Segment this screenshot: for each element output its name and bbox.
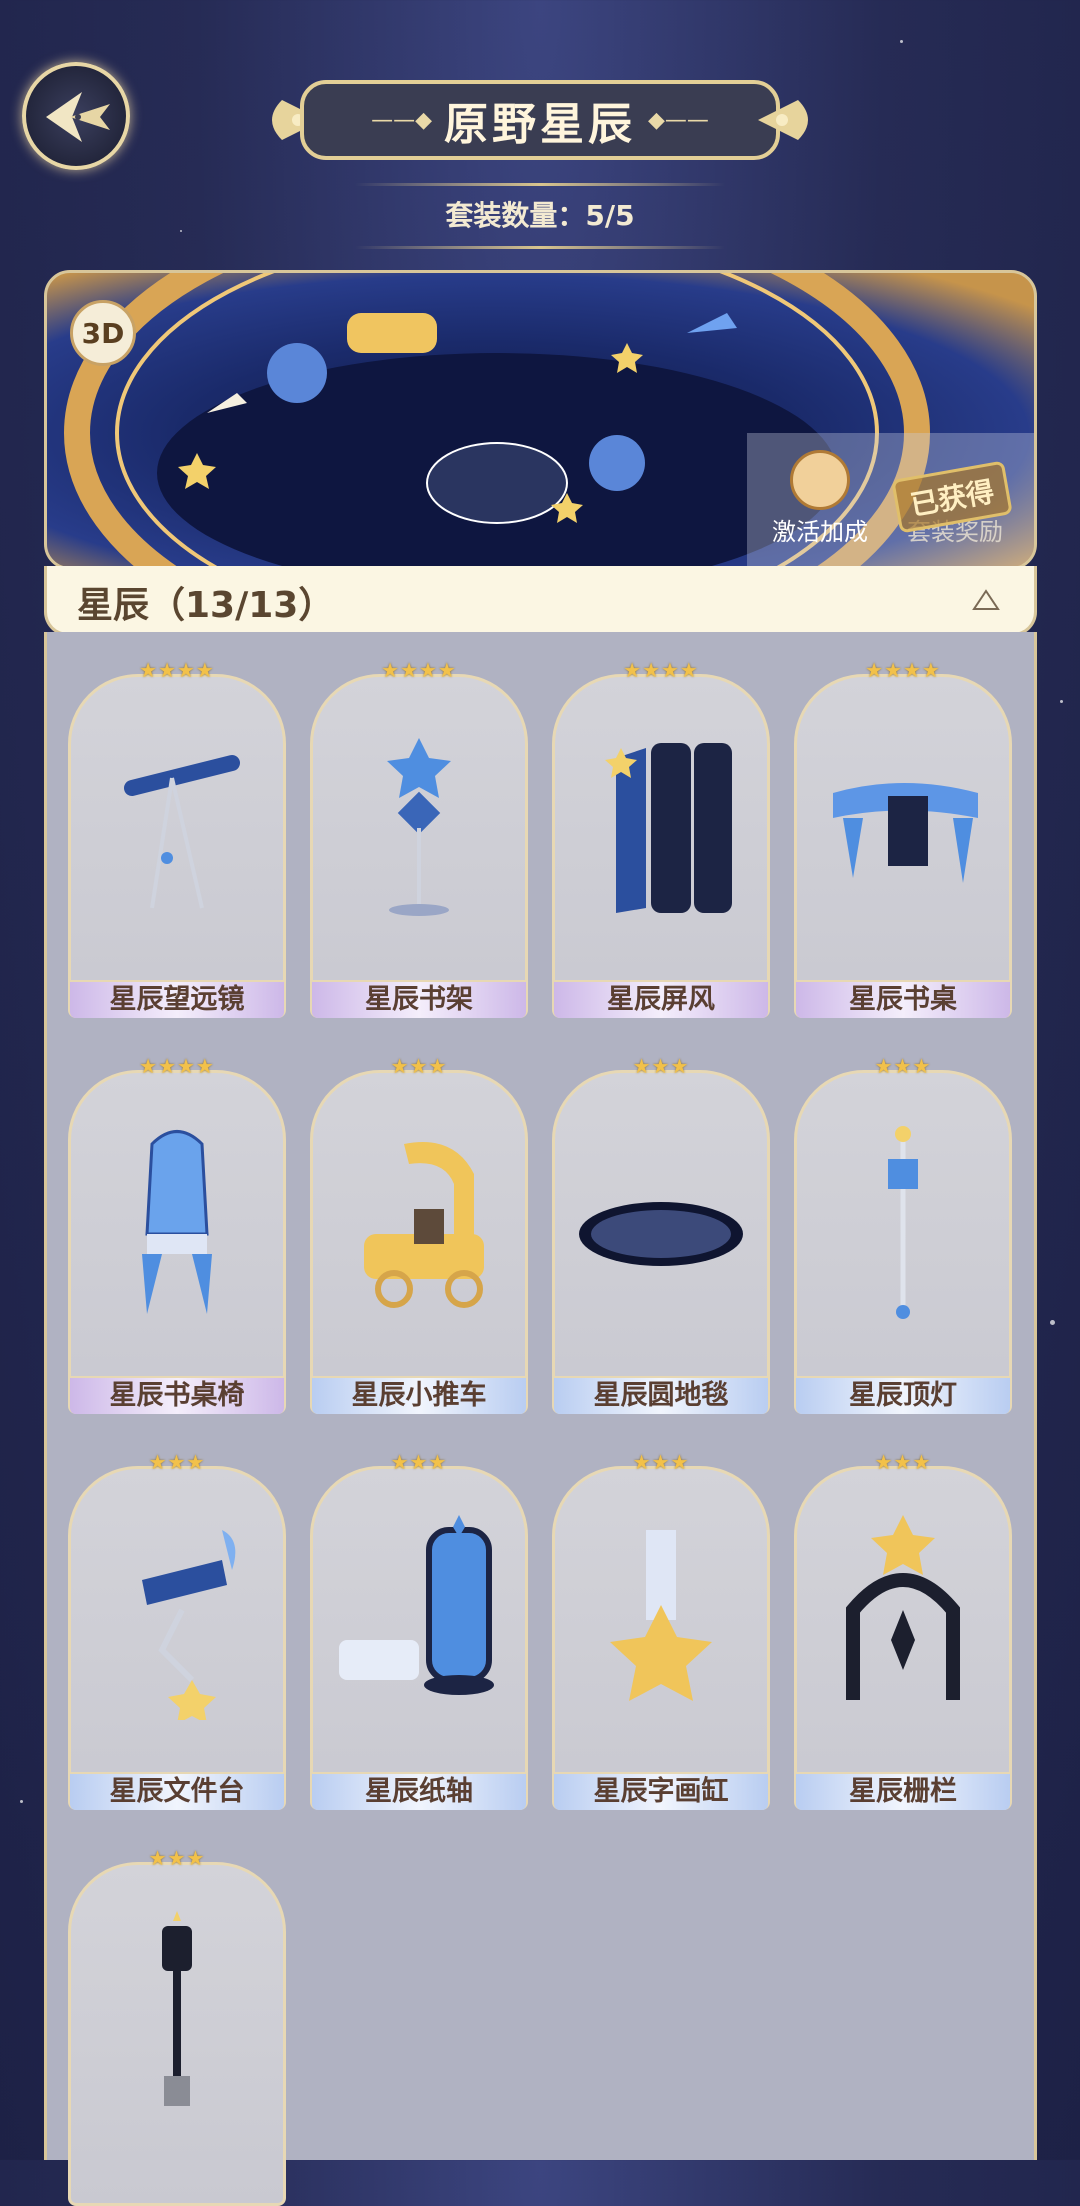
rarity-stars: ★★★: [148, 1450, 206, 1474]
collapse-triangle-icon[interactable]: [972, 588, 1000, 612]
activate-bonus-button[interactable]: 激活加成: [770, 450, 870, 547]
item-name: 星辰屏风: [554, 980, 768, 1018]
bookshelf-icon: [387, 738, 451, 916]
item-name: 星辰文件台: [70, 1772, 284, 1810]
rarity-stars: ★★★: [390, 1450, 448, 1474]
street-lamp-icon: [162, 1911, 192, 2106]
item-name: 星辰小推车: [312, 1376, 526, 1414]
title-ornament-right: [758, 100, 808, 140]
item-card[interactable]: ★★★ 星辰圆地毯: [552, 1054, 770, 1414]
item-name: 星辰书桌: [796, 980, 1010, 1018]
rarity-stars: ★★★★: [865, 658, 941, 682]
item-name: 星辰栅栏: [796, 1772, 1010, 1810]
screen-icon: [605, 743, 732, 913]
desk-icon: [833, 783, 978, 883]
item-card[interactable]: ★★★★ 星辰书桌: [794, 658, 1012, 1018]
rarity-stars: ★★★: [874, 1054, 932, 1078]
set-count-label: 套装数量：5/5: [445, 199, 635, 232]
ceiling-lamp-icon: [888, 1126, 918, 1319]
rarity-stars: ★★★★: [139, 1054, 215, 1078]
set-preview-scene: [64, 273, 1034, 567]
fence-icon: [846, 1515, 960, 1700]
item-card[interactable]: ★★★★ 星辰书桌椅: [68, 1054, 286, 1414]
item-card[interactable]: ★★★ 星辰小推车: [310, 1054, 528, 1414]
rarity-stars: ★★★★: [139, 658, 215, 682]
item-name: 星辰书桌椅: [70, 1376, 284, 1414]
section-title: 星辰（13/13）: [77, 585, 335, 626]
chair-icon: [142, 1130, 212, 1314]
item-card[interactable]: ★★★ 星辰纸轴: [310, 1450, 528, 1810]
rarity-stars: ★★★: [632, 1054, 690, 1078]
activate-bonus-label: 激活加成: [772, 518, 868, 546]
view-3d-button[interactable]: 3D: [70, 300, 136, 366]
rug-icon: [579, 1202, 743, 1266]
character-face-icon: [790, 450, 850, 510]
item-card[interactable]: ★★★ 星辰字画缸: [552, 1450, 770, 1810]
file-stand-icon: [142, 1530, 236, 1720]
back-button[interactable]: [22, 62, 130, 170]
cart-icon: [364, 1142, 484, 1308]
set-preview-banner[interactable]: [44, 270, 1037, 570]
item-card[interactable]: ★★★ 星辰栅栏: [794, 1450, 1012, 1810]
item-name: 星辰字画缸: [554, 1772, 768, 1810]
scroll-jar-icon: [610, 1530, 712, 1701]
title-plate: ——◆ 原野星辰 ◆——: [300, 80, 780, 160]
title-dash-left: ——◆: [371, 107, 432, 133]
item-card[interactable]: ★★★ 星辰文件台: [68, 1450, 286, 1810]
item-name: 星辰望远镜: [70, 980, 284, 1018]
item-card[interactable]: ★★★★ 星辰望远镜: [68, 658, 286, 1018]
item-name: 星辰顶灯: [796, 1376, 1010, 1414]
set-count: 套装数量：5/5: [355, 183, 725, 253]
page-title: 原野星辰: [444, 99, 636, 150]
item-name: 星辰书架: [312, 980, 526, 1018]
back-arrow-icon: [46, 92, 110, 142]
item-name: 星辰纸轴: [312, 1772, 526, 1810]
item-name: 星辰圆地毯: [554, 1376, 768, 1414]
divider: [355, 246, 725, 249]
item-card[interactable]: ★★★: [68, 1846, 286, 2206]
scroll-icon: [339, 1515, 494, 1695]
rarity-stars: ★★★★: [623, 658, 699, 682]
rarity-stars: ★★★★: [381, 658, 457, 682]
rarity-stars: ★★★: [874, 1450, 932, 1474]
rarity-stars: ★★★: [632, 1450, 690, 1474]
item-card[interactable]: ★★★★ 星辰书架: [310, 658, 528, 1018]
telescope-icon: [124, 755, 240, 909]
rarity-stars: ★★★: [390, 1054, 448, 1078]
item-card[interactable]: ★★★★ 星辰屏风: [552, 658, 770, 1018]
rarity-stars: ★★★: [148, 1846, 206, 1870]
section-header[interactable]: 星辰（13/13）: [44, 566, 1037, 636]
title-dash-right: ◆——: [648, 107, 709, 133]
item-card[interactable]: ★★★ 星辰顶灯: [794, 1054, 1012, 1414]
